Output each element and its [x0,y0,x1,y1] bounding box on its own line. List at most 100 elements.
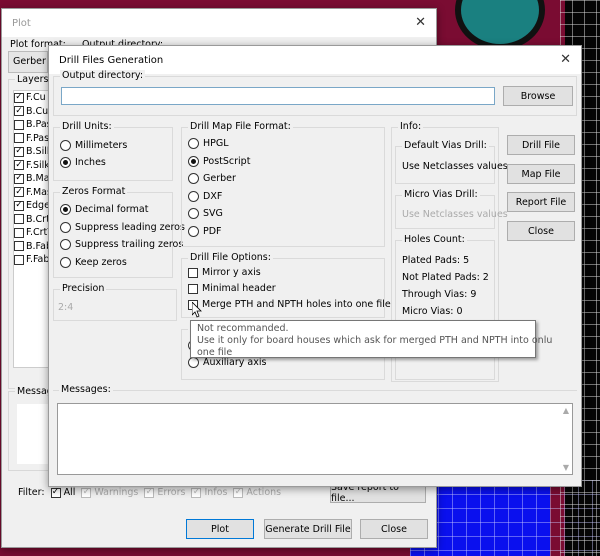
filter-infos-checkbox[interactable]: ✓ Infos [191,487,227,498]
map-file-button[interactable]: Map File [507,164,575,184]
checkbox-icon [188,267,198,278]
tooltip-line-3: one file [197,347,233,358]
filter-label-text: Actions [246,487,282,498]
checkbox-checked-icon[interactable]: ✓ [14,146,24,157]
not-plated-pads-count: Not Plated Pads: 2 [402,272,489,283]
plot-format-value: Gerber [13,56,46,67]
radio-icon [60,221,71,233]
filter-errors-checkbox[interactable]: ✓ Errors [144,487,185,498]
radio-suppress-trailing-zeros[interactable]: Suppress trailing zeros [60,239,183,250]
checkbox-checked-icon[interactable]: ✓ [14,92,24,103]
checkbox-icon[interactable] [14,254,24,265]
drill-close-button[interactable]: Close [507,221,575,241]
radio-icon [188,138,199,149]
filter-warnings-checkbox[interactable]: ✓ Warnings [81,487,138,498]
plot-title: Plot [12,17,31,29]
radio-label: Millimeters [75,140,128,151]
checkbox-icon[interactable] [14,241,24,252]
checkbox-minimal-header[interactable]: Minimal header [188,283,276,294]
drill-file-button[interactable]: Drill File [507,135,575,155]
browse-button[interactable]: Browse [503,86,573,106]
plot-close-icon[interactable]: ✕ [415,15,426,30]
radio-label: SVG [203,208,223,219]
checkbox-icon[interactable] [14,133,24,144]
drill-close-icon[interactable]: ✕ [560,52,571,67]
radio-pdf[interactable]: PDF [188,225,222,237]
output-directory-label: Output directory: [60,70,146,81]
radio-selected-icon [60,204,71,215]
radio-icon [60,140,71,151]
radio-label: PDF [203,225,222,237]
radio-suppress-leading-zeros[interactable]: Suppress leading zeros [60,221,185,233]
checkbox-merge-pth-and-npth-holes-into-one-file[interactable]: Merge PTH and NPTH holes into one file [188,299,391,310]
checkbox-icon[interactable] [14,227,24,238]
default-vias-group: Default Vias Drill: Use Netclasses value… [395,140,508,184]
radio-label: Suppress leading zeros [75,221,185,233]
radio-svg[interactable]: SVG [188,208,223,219]
radio-label: Decimal format [75,204,149,215]
checkbox-checked-icon[interactable]: ✓ [14,187,24,198]
drill-map-format-label: Drill Map File Format: [188,121,293,132]
filter-row: Filter: ✓ All ✓ Warnings ✓ Errors ✓ Infos ✓ Actio… [18,487,281,498]
mouse-cursor-icon [192,302,202,318]
drill-messages-area[interactable]: ▲ ▼ [57,403,573,475]
radio-icon [60,256,71,268]
plot-button[interactable]: Plot [186,519,254,539]
plot-title-bar: Plot [2,9,436,37]
holes-count-group: Holes Count: Plated Pads: 5 Not Plated P… [395,234,495,380]
drill-map-format-group: Drill Map File Format: HPGL PostScript Ger… [181,121,385,247]
drill-file-options-label: Drill File Options: [188,252,273,263]
radio-label: Keep zeros [75,256,127,268]
checkbox-label: Minimal header [202,283,276,294]
checkbox-checked-icon[interactable]: ✓ [14,173,24,184]
plated-pads-count: Plated Pads: 5 [402,255,470,266]
radio-icon [188,225,199,237]
radio-label: Gerber [203,173,236,184]
checkbox-mirror-y-axis[interactable]: Mirror y axis [188,267,261,278]
checkbox-icon[interactable] [14,214,24,225]
layer-name: F.Fab [26,254,50,266]
checkbox-checked-icon: ✓ [233,487,244,498]
radio-icon [188,190,199,202]
scroll-down-icon[interactable]: ▼ [563,463,569,472]
filter-all-checkbox[interactable]: ✓ All [50,487,76,498]
drill-units-label: Drill Units: [60,121,114,132]
radio-inches[interactable]: Inches [60,157,106,168]
checkbox-label: Merge PTH and NPTH holes into one file [202,299,391,310]
checkbox-checked-icon: ✓ [144,487,155,498]
filter-label-text: All [63,487,76,498]
tooltip-line-2: Use it only for board houses which ask f… [197,335,553,346]
output-directory-input[interactable] [61,87,495,105]
layers-label: Layers [15,74,51,85]
radio-keep-zeros[interactable]: Keep zeros [60,256,127,268]
report-file-button[interactable]: Report File [507,192,575,212]
radio-dxf[interactable]: DXF [188,190,223,202]
micro-vias-group: Micro Vias Drill: Use Netclasses values [395,189,508,229]
radio-postscript[interactable]: PostScript [188,155,251,167]
checkbox-icon [188,283,198,294]
plot-close-button[interactable]: Close [360,519,428,539]
radio-hpgl[interactable]: HPGL [188,138,229,149]
drill-messages-label: Messages: [59,384,113,395]
radio-label: PostScript [203,155,251,167]
checkbox-checked-icon[interactable]: ✓ [14,200,24,211]
radio-millimeters[interactable]: Millimeters [60,140,127,151]
drill-files-dialog: Drill Files Generation ✕ Output director… [48,45,582,487]
generate-drill-file-button[interactable]: Generate Drill File [264,519,352,539]
scroll-up-icon[interactable]: ▲ [563,406,569,415]
filter-label-text: Errors [157,487,186,498]
radio-icon [188,208,199,219]
checkbox-icon[interactable] [14,119,24,130]
precision-group: Precision 2:4 [53,283,177,321]
radio-label: DXF [203,190,223,202]
filter-actions-checkbox[interactable]: ✓ Actions [233,487,281,498]
radio-label: Inches [75,157,106,168]
checkbox-checked-icon[interactable]: ✓ [14,106,24,117]
radio-gerber[interactable]: Gerber [188,173,236,184]
checkbox-checked-icon[interactable]: ✓ [14,160,24,171]
checkbox-label: Mirror y axis [202,267,261,278]
radio-icon [188,173,199,184]
zeros-format-label: Zeros Format [60,186,128,197]
radio-decimal-format[interactable]: Decimal format [60,204,148,215]
plot-format-select[interactable]: Gerber [8,51,48,73]
